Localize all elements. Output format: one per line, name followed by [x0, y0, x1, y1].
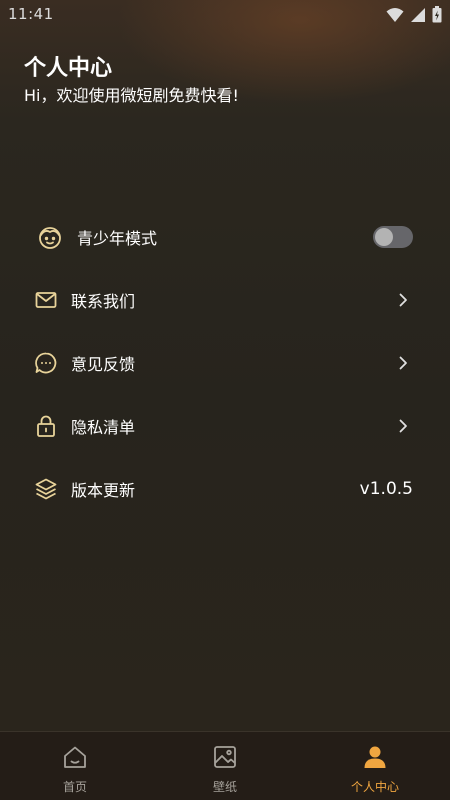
home-icon: [64, 746, 86, 768]
layers-icon: [34, 477, 58, 501]
chevron-right-icon: [399, 356, 407, 369]
chat-bubble-icon: [34, 351, 58, 375]
menu-item-teen-mode[interactable]: 青少年模式: [0, 205, 450, 268]
tab-label: 首页: [62, 780, 87, 794]
version-number: v1.0.5: [359, 478, 413, 499]
wallpaper-icon: [214, 746, 236, 768]
status-bar: 11:41: [0, 0, 450, 30]
chevron-right-icon: [399, 293, 407, 306]
page-title: 个人中心: [24, 56, 113, 81]
tab-profile[interactable]: 个人中心: [300, 732, 450, 800]
person-icon: [364, 746, 386, 768]
tab-wallpaper[interactable]: 壁纸: [150, 732, 300, 800]
battery-icon: [432, 6, 442, 23]
profile-screen: 11:41 个人中心 Hi，欢迎使用微短剧免费快看! 青少年模式 联系我们 意见…: [0, 0, 450, 800]
lock-icon: [34, 414, 58, 438]
tab-home[interactable]: 首页: [0, 732, 150, 800]
tab-label: 个人中心: [350, 780, 399, 794]
child-face-icon: [36, 223, 64, 251]
menu-item-label: 青少年模式: [77, 228, 158, 248]
toggle-knob: [375, 227, 393, 246]
menu-item-label: 联系我们: [71, 291, 136, 311]
signal-icon: [411, 7, 425, 22]
menu-item-label: 意见反馈: [71, 354, 136, 374]
menu-item-label: 隐私清单: [71, 417, 136, 437]
status-icons: [386, 6, 442, 23]
mail-icon: [34, 288, 58, 312]
bottom-nav: 首页 壁纸 个人中心: [0, 731, 450, 800]
status-time: 11:41: [8, 5, 54, 23]
page-subtitle: Hi，欢迎使用微短剧免费快看!: [24, 86, 239, 105]
menu-item-version-update[interactable]: 版本更新 v1.0.5: [0, 457, 450, 520]
menu-item-feedback[interactable]: 意见反馈: [0, 331, 450, 394]
menu-item-privacy-list[interactable]: 隐私清单: [0, 394, 450, 457]
teen-mode-toggle[interactable]: [373, 225, 413, 248]
chevron-right-icon: [399, 419, 407, 432]
tab-label: 壁纸: [212, 780, 237, 794]
menu-item-label: 版本更新: [71, 480, 136, 500]
menu-item-contact-us[interactable]: 联系我们: [0, 268, 450, 331]
wifi-icon: [386, 7, 404, 22]
settings-menu: 青少年模式 联系我们 意见反馈 隐私清单 版本更新 v1.0.5: [0, 205, 450, 520]
